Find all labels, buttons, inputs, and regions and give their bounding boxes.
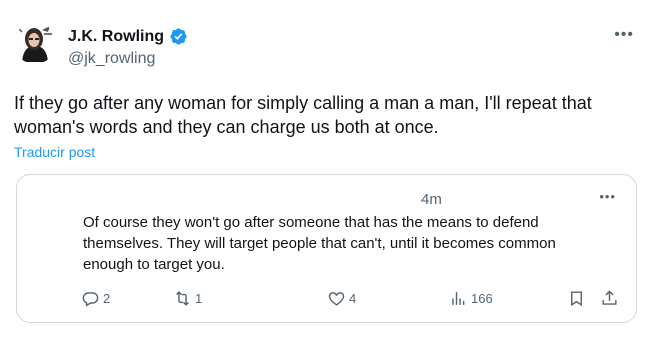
bookmark-icon <box>571 291 582 307</box>
share-icon <box>602 290 617 305</box>
quote-action-bar: 2 1 4 166 <box>17 289 636 309</box>
views-icon <box>452 292 465 305</box>
quoted-post[interactable]: 4m ••• Of course they won't go after som… <box>16 174 637 323</box>
avatar-image <box>14 22 56 64</box>
more-options-button[interactable]: ••• <box>614 26 634 44</box>
verified-badge-icon <box>170 28 187 45</box>
repost-count: 1 <box>195 291 203 306</box>
quote-timestamp[interactable]: 4m <box>421 191 442 208</box>
author-name-row[interactable]: J.K. Rowling <box>68 27 188 46</box>
reply-button[interactable]: 2 <box>81 289 110 308</box>
tweet-text: If they go after any woman for simply ca… <box>14 93 592 137</box>
translate-post-link[interactable]: Traducir post <box>14 144 95 160</box>
quote-text: Of course they won't go after someone th… <box>83 214 556 273</box>
avatar[interactable] <box>14 22 56 64</box>
author-name[interactable]: J.K. Rowling <box>68 28 164 46</box>
author-handle[interactable]: @jk_rowling <box>68 50 155 68</box>
like-count: 4 <box>349 291 357 306</box>
views-count: 166 <box>471 291 493 306</box>
reply-icon <box>82 292 99 307</box>
views-button[interactable]: 166 <box>449 289 493 308</box>
like-button[interactable]: 4 <box>327 289 356 308</box>
bookmark-button[interactable] <box>567 289 586 308</box>
reply-count: 2 <box>103 291 111 306</box>
repost-button[interactable]: 1 <box>173 289 202 308</box>
share-button[interactable] <box>600 289 619 308</box>
quote-more-options-button[interactable]: ••• <box>599 189 616 204</box>
like-icon <box>328 292 345 306</box>
repost-icon <box>176 291 189 306</box>
